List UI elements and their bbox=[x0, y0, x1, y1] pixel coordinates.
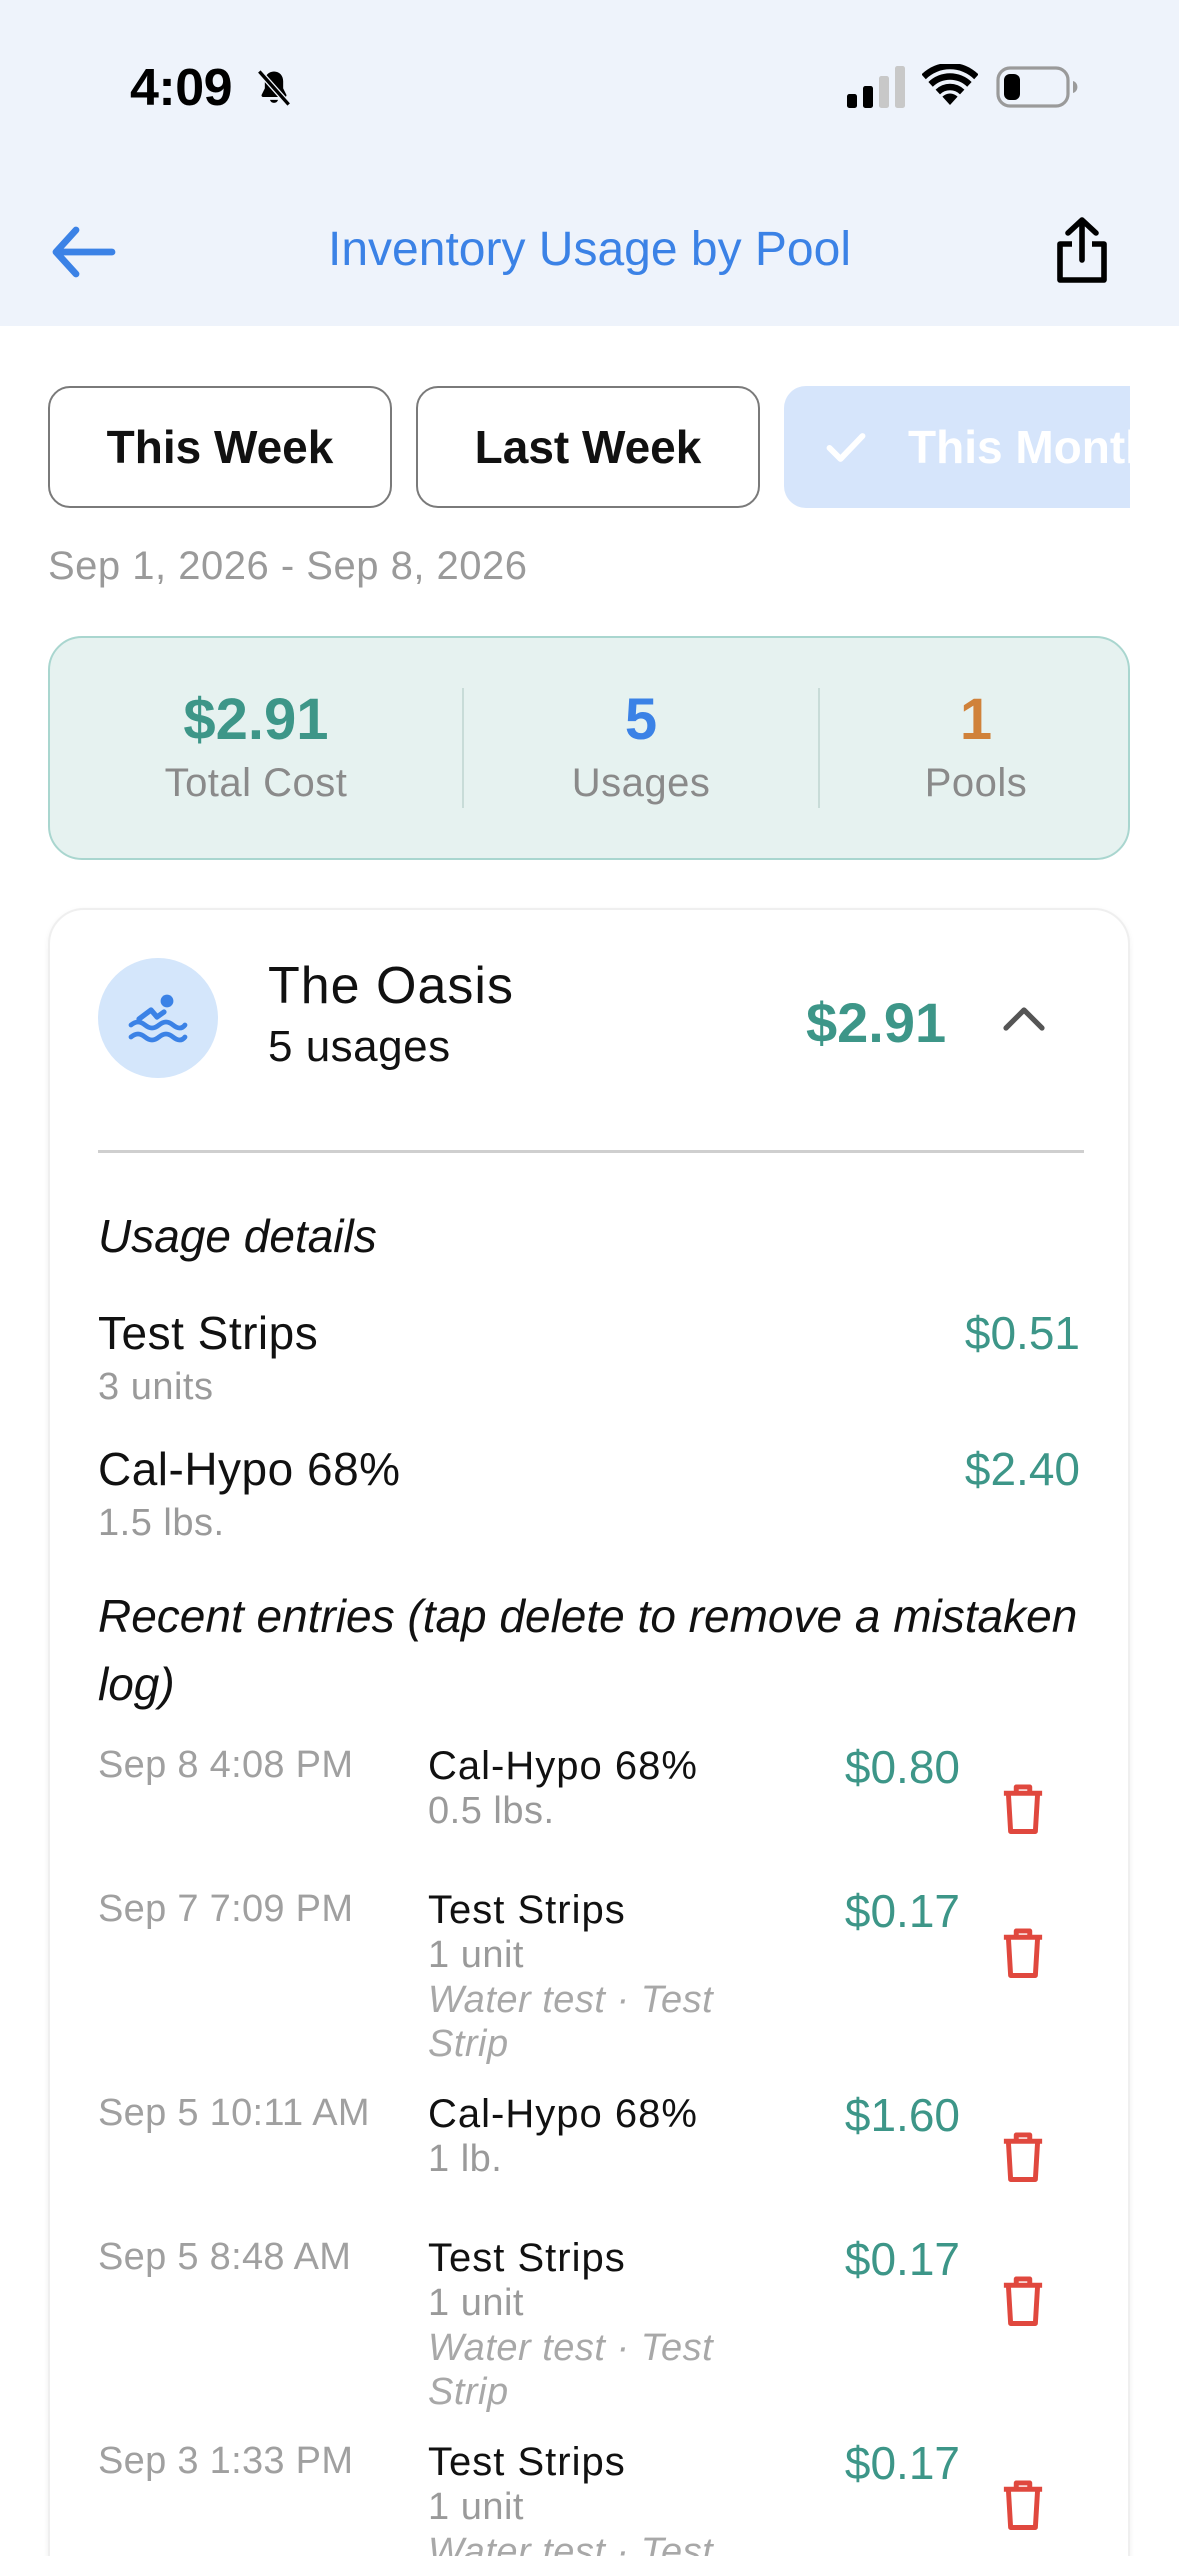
swimmer-icon bbox=[128, 994, 188, 1043]
entry-cost: $0.17 bbox=[844, 2437, 960, 2489]
entry-item: Test Strips bbox=[428, 2440, 626, 2484]
usage-item-name: Cal-Hypo 68% bbox=[98, 1443, 401, 1495]
entry-qty: 1 unit bbox=[428, 2486, 524, 2528]
entry-cost: $0.17 bbox=[844, 2233, 960, 2285]
entry-date: Sep 7 7:09 PM bbox=[98, 1888, 354, 1930]
entry-date: Sep 5 8:48 AM bbox=[98, 2236, 352, 2278]
total-cost-label: Total Cost bbox=[164, 760, 348, 805]
delete-icon[interactable] bbox=[1000, 2130, 1046, 2184]
bell-slash-icon bbox=[257, 69, 291, 107]
entry-item: Cal-Hypo 68% bbox=[428, 1744, 698, 1788]
filter-chip-label: This Month bbox=[908, 421, 1130, 473]
entry-date: Sep 5 10:11 AM bbox=[98, 2092, 370, 2134]
date-range: Sep 1, 2026 - Sep 8, 2026 bbox=[48, 544, 528, 588]
pools-label: Pools bbox=[924, 760, 1028, 805]
battery-icon bbox=[996, 66, 1078, 108]
top-header: 4:09 Inventory Usage by Pool bbox=[0, 0, 1179, 326]
divider bbox=[98, 1150, 1084, 1153]
pool-usage-count: 5 usages bbox=[268, 1022, 451, 1071]
usages-value: 5 bbox=[624, 687, 658, 753]
share-button[interactable] bbox=[1050, 214, 1114, 286]
entry-note: Water test · Test Strip bbox=[428, 1979, 714, 2065]
pools-value: 1 bbox=[959, 687, 993, 753]
summary-pools: 1 Pools bbox=[820, 638, 1132, 858]
check-icon bbox=[826, 433, 866, 462]
pool-card: The Oasis 5 usages $2.91 Usage details T… bbox=[48, 908, 1130, 2556]
entry-qty: 1 unit bbox=[428, 2282, 524, 2324]
usage-item-name: Test Strips bbox=[98, 1307, 319, 1359]
page-title: Inventory Usage by Pool bbox=[328, 223, 851, 276]
wifi-icon bbox=[922, 64, 978, 105]
usage-item-qty: 3 units bbox=[98, 1366, 214, 1408]
chevron-up-icon[interactable] bbox=[1000, 998, 1048, 1038]
entry-cost: $0.80 bbox=[844, 1741, 960, 1793]
filter-chip-last-week[interactable]: Last Week bbox=[416, 386, 760, 508]
entry-qty: 0.5 lbs. bbox=[428, 1790, 555, 1832]
entry-note: Water test · Test Strip bbox=[428, 2531, 714, 2556]
usage-item-qty: 1.5 lbs. bbox=[98, 1502, 225, 1544]
delete-icon[interactable] bbox=[1000, 2274, 1046, 2328]
summary-card: $2.91 Total Cost 5 Usages 1 Pools bbox=[48, 636, 1130, 860]
entry-cost: $1.60 bbox=[844, 2089, 960, 2141]
pool-total-cost: $2.91 bbox=[806, 991, 947, 1054]
entry-note: Water test · Test Strip bbox=[428, 2327, 714, 2413]
summary-total-cost: $2.91 Total Cost bbox=[50, 638, 462, 858]
pool-avatar bbox=[98, 958, 218, 1078]
status-time: 4:09 bbox=[130, 59, 233, 117]
summary-usages: 5 Usages bbox=[464, 638, 818, 858]
entry-item: Test Strips bbox=[428, 2236, 626, 2280]
pool-name: The Oasis bbox=[268, 957, 514, 1015]
recent-entries-title: Recent entries (tap delete to remove a m… bbox=[98, 1590, 1078, 1710]
delete-icon[interactable] bbox=[1000, 1926, 1046, 1980]
usages-label: Usages bbox=[571, 760, 711, 805]
usage-item-cost: $0.51 bbox=[964, 1307, 1080, 1359]
signal-icon bbox=[847, 66, 905, 108]
delete-icon[interactable] bbox=[1000, 2478, 1046, 2532]
entry-cost: $0.17 bbox=[844, 1885, 960, 1937]
entry-date: Sep 8 4:08 PM bbox=[98, 1744, 354, 1786]
delete-icon[interactable] bbox=[1000, 1782, 1046, 1836]
entry-item: Cal-Hypo 68% bbox=[428, 2092, 698, 2136]
total-cost-value: $2.91 bbox=[183, 687, 329, 753]
entry-qty: 1 unit bbox=[428, 1934, 524, 1976]
usage-details-title: Usage details bbox=[98, 1210, 377, 1262]
entry-item: Test Strips bbox=[428, 1888, 626, 1932]
entry-date: Sep 3 1:33 PM bbox=[98, 2440, 354, 2482]
entry-qty: 1 lb. bbox=[428, 2138, 503, 2180]
usage-item-cost: $2.40 bbox=[964, 1443, 1080, 1495]
filter-chip-this-week[interactable]: This Week bbox=[48, 386, 392, 508]
filter-chip-this-month[interactable]: This Month bbox=[784, 386, 1130, 508]
